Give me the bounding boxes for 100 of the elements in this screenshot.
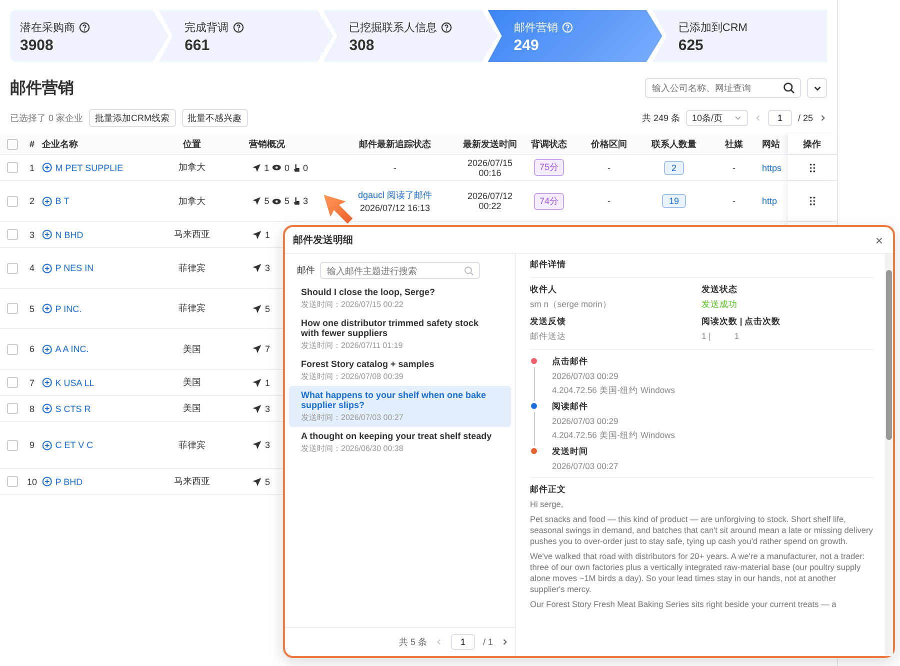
add-circle-icon[interactable] [42, 344, 52, 354]
paper-plane-icon [252, 196, 262, 206]
location-text: 加拿大 [178, 161, 206, 174]
paper-plane-icon [252, 404, 262, 414]
checkbox[interactable] [6, 440, 18, 450]
sent-count: 1 [265, 378, 270, 388]
checkbox[interactable] [6, 377, 18, 388]
paper-plane-icon [252, 344, 262, 354]
page-input[interactable]: 1 [768, 110, 792, 126]
add-circle-icon[interactable] [42, 262, 52, 274]
body-paragraph: Our Forest Story Fresh Meat Baking Series sits right beside your current treats — a [530, 599, 838, 610]
price-text: - [608, 162, 610, 172]
stage-step[interactable]: 潜在采购商 3908 [10, 10, 169, 62]
checkbox[interactable] [6, 229, 18, 240]
checkbox[interactable] [6, 344, 18, 354]
column-header: 邮件最新追踪状态 [359, 138, 431, 150]
company-link[interactable]: M PET SUPPLIE [55, 162, 158, 172]
click-count: 3 [302, 196, 308, 206]
paper-plane-icon [252, 378, 262, 388]
add-circle-icon[interactable] [42, 162, 52, 173]
location-text: 马来西亚 [174, 475, 210, 488]
field-value: 发送成功 [702, 299, 738, 311]
company-link[interactable]: P NES IN [55, 263, 158, 273]
drag-handle-icon[interactable] [808, 162, 816, 172]
add-circle-icon[interactable] [42, 196, 52, 206]
add-circle-icon[interactable] [42, 377, 52, 388]
pointing-hand-icon [292, 196, 300, 206]
location-text: 美国 [183, 376, 201, 389]
mail-item[interactable]: How one distributor trimmed safety stock with fewer suppliers 发送时间：2026/07/11 01:19 [289, 314, 511, 355]
body-paragraph: Pet snacks and food — this kind of product — are unforgiving to stock. Short shelf life, seasonal swings in demand, and batches that can't sit around mean a late or missing delivery pushes you to over-order just to stay safe, tying up cash you'd rather spend on growth. [530, 514, 873, 547]
company-link[interactable]: K USA LL [55, 378, 158, 388]
row-number: 6 [29, 344, 34, 354]
mail-item[interactable]: What happens to your shelf when one bake supplier slips? 发送时间：2026/07/03 00:27 [289, 386, 511, 427]
website-link[interactable]: https [762, 162, 782, 172]
section-title: 邮件详情 [530, 259, 873, 278]
checkbox[interactable] [6, 303, 18, 314]
field-value: sm n（serge morin） [530, 299, 612, 311]
stage-step[interactable]: 已挖掘联系人信息 308 [323, 10, 498, 62]
mail-item[interactable]: Forest Story catalog + samples 发送时间：2026/07/08 00:39 [289, 355, 511, 386]
status-time: 2026/07/12 16:13 [360, 203, 430, 213]
company-link[interactable]: P BHD [55, 476, 158, 486]
location-text: 菲律宾 [178, 438, 206, 452]
field-label: 发送状态 [702, 284, 738, 296]
social-text: - [732, 196, 736, 206]
company-link[interactable]: B T [55, 196, 158, 206]
add-circle-icon[interactable] [42, 303, 52, 314]
event-title: 点击邮件 [552, 356, 589, 368]
row-number: 8 [29, 404, 34, 414]
company-link[interactable]: P INC. [55, 304, 158, 314]
expand-button[interactable] [807, 78, 827, 98]
mail-label: 邮件 [297, 264, 315, 277]
page-input[interactable]: 1 [450, 634, 475, 650]
status-link[interactable]: dgaucl 阅读了邮件 [358, 189, 432, 202]
company-link[interactable]: N BHD [55, 230, 158, 240]
bulk-action-button[interactable]: 批量不感兴趣 [182, 109, 248, 127]
open-count: 5 [284, 196, 290, 206]
add-circle-icon[interactable] [42, 476, 52, 487]
website-link[interactable]: http [762, 196, 778, 206]
checkbox[interactable] [6, 162, 18, 173]
column-header: 社媒 [725, 138, 743, 150]
checkbox[interactable] [6, 476, 18, 487]
event-detail: 2026/07/03 00:29 [552, 416, 620, 426]
paper-plane-icon [252, 440, 262, 450]
mail-item[interactable]: Should I close the loop, Serge? 发送时间：2026/07/15 00:22 [289, 283, 511, 314]
chevron-down-icon [812, 84, 822, 92]
sent-count: 1 [264, 162, 270, 172]
drag-handle-icon[interactable] [808, 196, 816, 206]
close-button[interactable]: × [873, 232, 885, 248]
paper-plane-icon [252, 304, 262, 314]
location-text: 美国 [183, 402, 201, 415]
mail-search-field[interactable]: 输入邮件主题进行搜索 [320, 262, 480, 279]
location-text: 美国 [183, 342, 201, 356]
contacts-tag[interactable]: 2 [664, 160, 684, 174]
checkbox[interactable] [6, 138, 18, 150]
checkbox[interactable] [6, 262, 18, 274]
stage-step[interactable]: 完成背调 661 [158, 10, 334, 62]
column-header: 背调状态 [531, 138, 567, 150]
section-title: 邮件正文 [530, 483, 567, 496]
next-page-icon[interactable] [819, 114, 827, 122]
sent-count: 7 [265, 344, 270, 354]
add-circle-icon[interactable] [42, 229, 52, 240]
company-link[interactable]: S CTS R [55, 404, 158, 414]
checkbox[interactable] [6, 403, 18, 414]
send-time: 2026/07/15 00:16 [466, 158, 514, 178]
scrollbar[interactable] [885, 254, 893, 656]
mail-item[interactable]: A thought on keeping your treat shelf steady 发送时间：2026/06/30 00:38 [289, 427, 511, 458]
checkbox[interactable] [6, 196, 18, 206]
add-circle-icon[interactable] [42, 403, 52, 414]
stage-step[interactable]: 已添加到CRM 625 [652, 10, 827, 62]
sent-count: 3 [265, 263, 270, 273]
search-icon [783, 82, 795, 94]
add-circle-icon[interactable] [42, 440, 52, 450]
bulk-action-button[interactable]: 批量添加CRM线索 [89, 109, 176, 127]
company-link[interactable]: C ET V C [55, 440, 158, 450]
search-field[interactable]: 输入公司名称、网址查询 [645, 78, 801, 98]
page-size-select[interactable]: 10条/页 [686, 110, 748, 126]
next-page-icon[interactable] [501, 638, 509, 646]
company-link[interactable]: A A INC. [55, 344, 158, 354]
contacts-tag[interactable]: 19 [662, 194, 686, 208]
stage-step[interactable]: 邮件营销 249 [488, 10, 662, 62]
